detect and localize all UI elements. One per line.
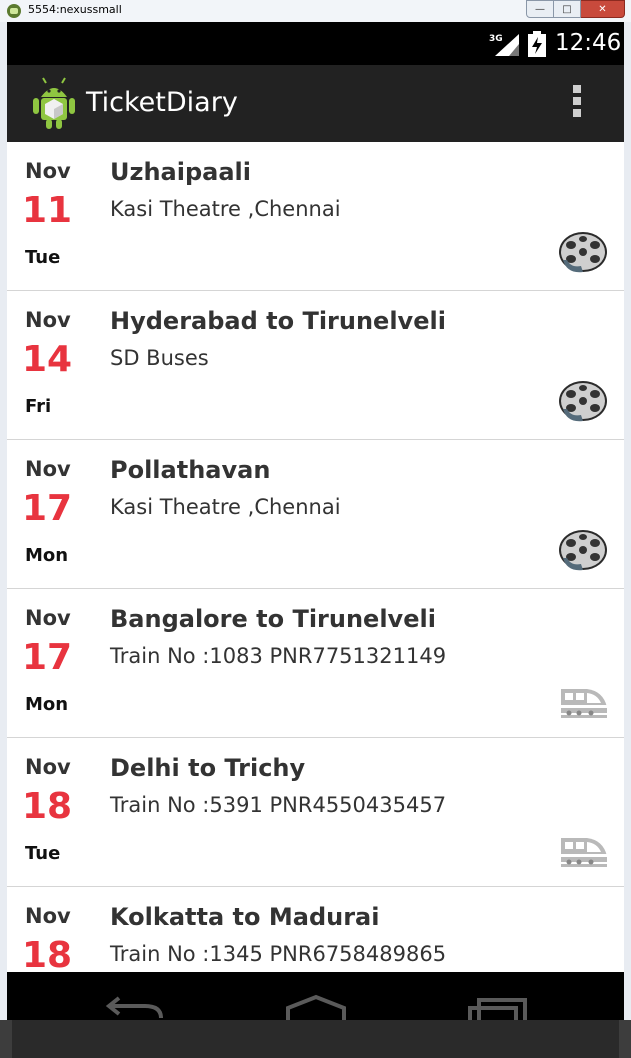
ticket-title: Kolkatta to Madurai bbox=[110, 903, 380, 931]
ticket-subtitle: Train No :5391 PNR4550435457 bbox=[110, 793, 447, 817]
list-item[interactable]: Nov 11 Tue Uzhaipaali Kasi Theatre ,Chen… bbox=[7, 142, 624, 291]
ticket-subtitle: Train No :1345 PNR6758489865 bbox=[110, 942, 447, 966]
ticket-weekday: Fri bbox=[25, 396, 52, 417]
overflow-menu-icon[interactable] bbox=[569, 85, 585, 123]
ticket-day: 11 bbox=[22, 190, 73, 231]
list-item[interactable]: Nov 17 Mon Bangalore to Tirunelveli Trai… bbox=[7, 589, 624, 738]
ticket-month: Nov bbox=[25, 755, 71, 779]
ticket-title: Hyderabad to Tirunelveli bbox=[110, 307, 446, 335]
network-type-label: 3G bbox=[489, 34, 503, 44]
ticket-day: 18 bbox=[22, 935, 73, 972]
ticket-title: Uzhaipaali bbox=[110, 158, 251, 186]
status-clock: 12:46 bbox=[555, 30, 622, 56]
ticket-subtitle: SD Buses bbox=[110, 346, 209, 370]
ticket-subtitle: Kasi Theatre ,Chennai bbox=[110, 495, 341, 519]
ticket-month: Nov bbox=[25, 457, 71, 481]
ticket-day: 17 bbox=[22, 637, 73, 678]
ticket-weekday: Mon bbox=[25, 545, 69, 566]
emulator-title-bar: 5554:nexussmall — □ ✕ bbox=[0, 0, 631, 22]
maximize-button[interactable]: □ bbox=[554, 0, 581, 18]
ticket-weekday: Tue bbox=[25, 843, 61, 864]
list-item[interactable]: Nov 18 Tue Delhi to Trichy Train No :539… bbox=[7, 738, 624, 887]
window-frame-left bbox=[0, 22, 7, 1020]
status-bar: 3G 12:46 bbox=[7, 22, 624, 65]
ticket-day: 14 bbox=[22, 339, 73, 380]
train-icon bbox=[561, 838, 607, 867]
film-reel-icon bbox=[559, 381, 607, 422]
window-frame-inner bbox=[12, 1020, 619, 1058]
ticket-subtitle: Kasi Theatre ,Chennai bbox=[110, 197, 341, 221]
ticket-title: Bangalore to Tirunelveli bbox=[110, 605, 436, 633]
ticket-weekday: Tue bbox=[25, 247, 61, 268]
ticket-month: Nov bbox=[25, 159, 71, 183]
action-bar: TicketDiary bbox=[7, 65, 624, 142]
ticket-day: 17 bbox=[22, 488, 73, 529]
back-icon[interactable] bbox=[105, 994, 165, 1020]
signal-icon: 3G bbox=[489, 34, 519, 56]
train-icon bbox=[561, 689, 607, 718]
ticket-subtitle: Train No :1083 PNR7751321149 bbox=[110, 644, 447, 668]
window-frame-right bbox=[624, 22, 631, 1020]
ticket-list[interactable]: Nov 11 Tue Uzhaipaali Kasi Theatre ,Chen… bbox=[7, 142, 624, 972]
window-frame-bottom bbox=[0, 1020, 631, 1058]
list-item[interactable]: Nov 18 Kolkatta to Madurai Train No :134… bbox=[7, 887, 624, 972]
ticket-month: Nov bbox=[25, 606, 71, 630]
minimize-button[interactable]: — bbox=[526, 0, 554, 18]
battery-charging-icon bbox=[528, 31, 546, 57]
ticket-month: Nov bbox=[25, 308, 71, 332]
home-icon[interactable] bbox=[285, 994, 347, 1020]
window-controls: — □ ✕ bbox=[526, 0, 625, 18]
film-reel-icon bbox=[559, 232, 607, 273]
ticket-month: Nov bbox=[25, 904, 71, 928]
recent-apps-icon[interactable] bbox=[467, 994, 529, 1020]
navigation-bar bbox=[7, 972, 624, 1020]
android-emulator-icon bbox=[7, 4, 21, 18]
android-app-icon[interactable] bbox=[29, 77, 79, 129]
app-title: TicketDiary bbox=[86, 87, 238, 118]
emulator-window-title: 5554:nexussmall bbox=[28, 3, 122, 16]
close-button[interactable]: ✕ bbox=[581, 0, 625, 18]
ticket-title: Delhi to Trichy bbox=[110, 754, 306, 782]
list-item[interactable]: Nov 14 Fri Hyderabad to Tirunelveli SD B… bbox=[7, 291, 624, 440]
list-item[interactable]: Nov 17 Mon Pollathavan Kasi Theatre ,Che… bbox=[7, 440, 624, 589]
film-reel-icon bbox=[559, 530, 607, 571]
ticket-title: Pollathavan bbox=[110, 456, 271, 484]
ticket-weekday: Mon bbox=[25, 694, 69, 715]
ticket-day: 18 bbox=[22, 786, 73, 827]
